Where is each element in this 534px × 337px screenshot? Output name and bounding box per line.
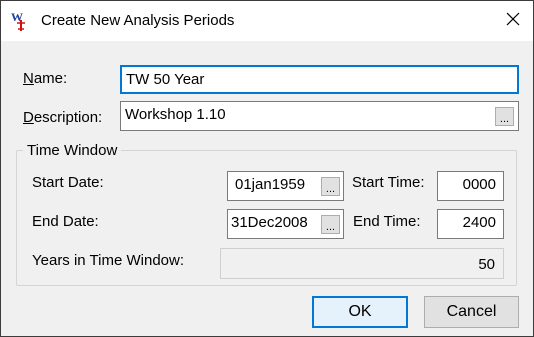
- close-button[interactable]: [497, 7, 529, 35]
- start-time-field[interactable]: 0000: [437, 171, 504, 201]
- description-label: Description:: [23, 109, 103, 126]
- name-input[interactable]: [122, 67, 517, 92]
- title-bar[interactable]: W Create New Analysis Periods: [1, 1, 533, 41]
- time-window-title: Time Window: [23, 142, 122, 159]
- years-field: 50: [220, 248, 504, 279]
- end-date-picker-button[interactable]: ...: [321, 215, 340, 234]
- end-time-label: End Time:: [353, 213, 421, 230]
- dialog-window: W Create New Analysis Periods Name: Desc…: [0, 0, 534, 337]
- cancel-button[interactable]: Cancel: [424, 296, 519, 328]
- start-time-label: Start Time:: [352, 174, 425, 191]
- window-title: Create New Analysis Periods: [41, 12, 235, 29]
- description-browse-button[interactable]: ...: [495, 107, 514, 126]
- start-date-label: Start Date:: [32, 174, 104, 191]
- name-label: Name:: [23, 70, 68, 87]
- start-date-picker-button[interactable]: ...: [321, 177, 340, 196]
- end-time-field[interactable]: 2400: [437, 209, 504, 239]
- end-date-label: End Date:: [32, 213, 99, 230]
- name-field[interactable]: [120, 65, 519, 94]
- description-value: Workshop 1.10: [125, 106, 226, 123]
- end-time-value: 2400: [462, 214, 496, 231]
- end-date-field[interactable]: 31Dec2008 ...: [227, 209, 344, 239]
- app-logo-icon: W: [11, 10, 31, 32]
- start-time-value: 0000: [462, 176, 496, 193]
- start-date-value: 01jan1959: [235, 176, 306, 193]
- ok-button[interactable]: OK: [312, 296, 408, 328]
- description-field[interactable]: Workshop 1.10 ...: [120, 101, 519, 131]
- years-value: 50: [478, 256, 495, 273]
- start-date-field[interactable]: 01jan1959 ...: [227, 171, 344, 201]
- close-icon: [506, 12, 520, 30]
- end-date-value: 31Dec2008: [231, 214, 308, 231]
- years-label: Years in Time Window:: [32, 252, 185, 269]
